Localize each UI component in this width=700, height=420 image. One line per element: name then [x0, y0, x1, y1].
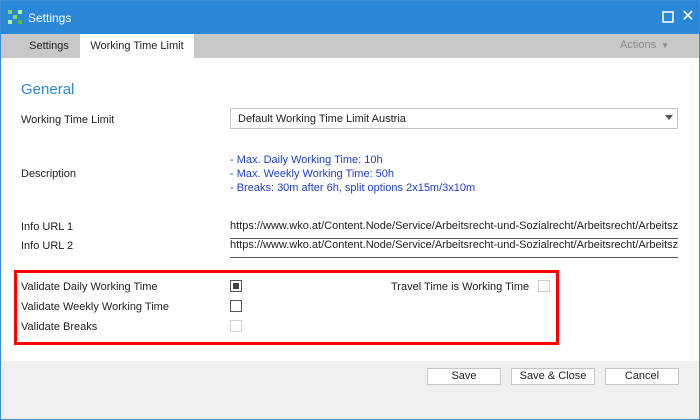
working-time-limit-select[interactable]: Default Working Time Limit Austria: [230, 108, 678, 129]
close-icon[interactable]: ✕: [680, 9, 696, 25]
info-url-1-label: Info URL 1: [21, 221, 74, 233]
actions-label: Actions: [620, 39, 657, 51]
settings-window: Settings ✕ Settings Working Time Limit A…: [0, 0, 700, 420]
tab-settings[interactable]: Settings: [20, 34, 78, 58]
highlight-box: [14, 270, 559, 345]
info-url-1-field[interactable]: https://www.wko.at/Content.Node/Service/…: [230, 220, 678, 239]
chevron-down-icon[interactable]: [665, 115, 673, 120]
chevron-down-icon: ▼: [661, 41, 669, 50]
dialog-footer: Save Save & Close Cancel: [1, 361, 699, 419]
save-and-close-button[interactable]: Save & Close: [511, 368, 595, 385]
working-time-limit-label: Working Time Limit: [21, 114, 115, 126]
description-line-2: - Max. Weekly Working Time: 50h: [230, 168, 395, 180]
description-line-1: - Max. Daily Working Time: 10h: [230, 154, 383, 166]
tab-bar: Settings Working Time Limit Actions ▼: [1, 34, 699, 58]
maximize-icon[interactable]: [660, 9, 676, 25]
title-bar: Settings ✕: [1, 1, 699, 34]
info-url-2-label: Info URL 2: [21, 240, 74, 252]
description-line-3: - Breaks: 30m after 6h, split options 2x…: [230, 182, 476, 194]
window-title: Settings: [28, 11, 72, 25]
info-url-2-field[interactable]: https://www.wko.at/Content.Node/Service/…: [230, 239, 678, 258]
app-logo-icon: [7, 9, 23, 25]
save-button[interactable]: Save: [427, 368, 501, 385]
tab-working-time-limit[interactable]: Working Time Limit: [80, 34, 194, 58]
cancel-button[interactable]: Cancel: [605, 368, 679, 385]
content-panel: General Working Time Limit Default Worki…: [1, 58, 699, 361]
actions-menu[interactable]: Actions ▼: [620, 34, 669, 58]
description-label: Description: [21, 168, 77, 180]
section-title-general: General: [21, 81, 75, 98]
working-time-limit-value: Default Working Time Limit Austria: [238, 113, 406, 125]
